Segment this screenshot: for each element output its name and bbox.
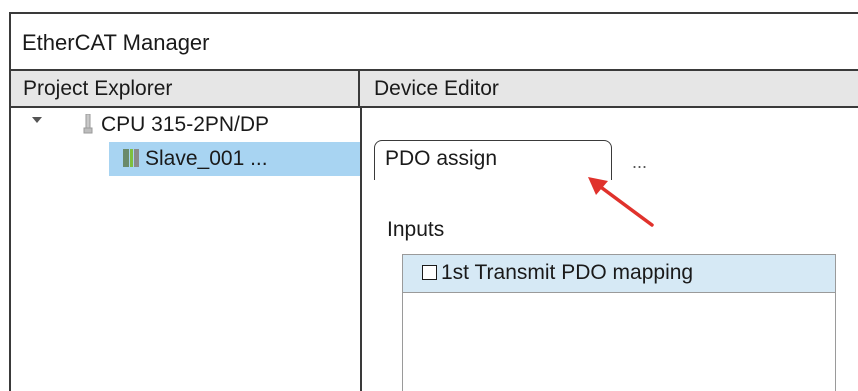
tree-item-cpu-label: CPU 315-2PN/DP	[101, 113, 270, 136]
tree-item-slave[interactable]: Slave_001 ...	[109, 142, 360, 176]
pdo-item-label: 1st Transmit PDO mapping	[441, 261, 694, 284]
ethercat-manager-window: EtherCAT Manager Project Explorer Device…	[9, 12, 858, 391]
device-editor: PDO assign ... Inputs 1st Transmit PDO m…	[362, 108, 858, 391]
tree-item-cpu[interactable]: CPU 315-2PN/DP	[83, 108, 269, 142]
project-explorer-header: Project Explorer	[11, 71, 360, 106]
pdo-checkbox[interactable]	[422, 265, 437, 280]
device-editor-header: Device Editor	[374, 77, 499, 100]
slave-device-icon	[123, 145, 139, 167]
cpu-icon	[83, 111, 93, 134]
pdo-list: 1st Transmit PDO mapping	[402, 254, 836, 391]
tree-item-slave-label: Slave_001 ...	[145, 147, 268, 170]
pane-headers: Project Explorer Device Editor	[11, 71, 858, 108]
window-title: EtherCAT Manager	[11, 14, 858, 71]
expand-collapse-icon[interactable]	[30, 113, 44, 127]
inputs-section-label: Inputs	[387, 218, 445, 241]
project-explorer-tree: CPU 315-2PN/DP Slave_001 ...	[11, 108, 360, 391]
more-tabs-button[interactable]: ...	[632, 152, 647, 173]
tab-pdo-assign[interactable]: PDO assign	[374, 140, 612, 180]
pdo-list-item[interactable]: 1st Transmit PDO mapping	[403, 255, 835, 293]
